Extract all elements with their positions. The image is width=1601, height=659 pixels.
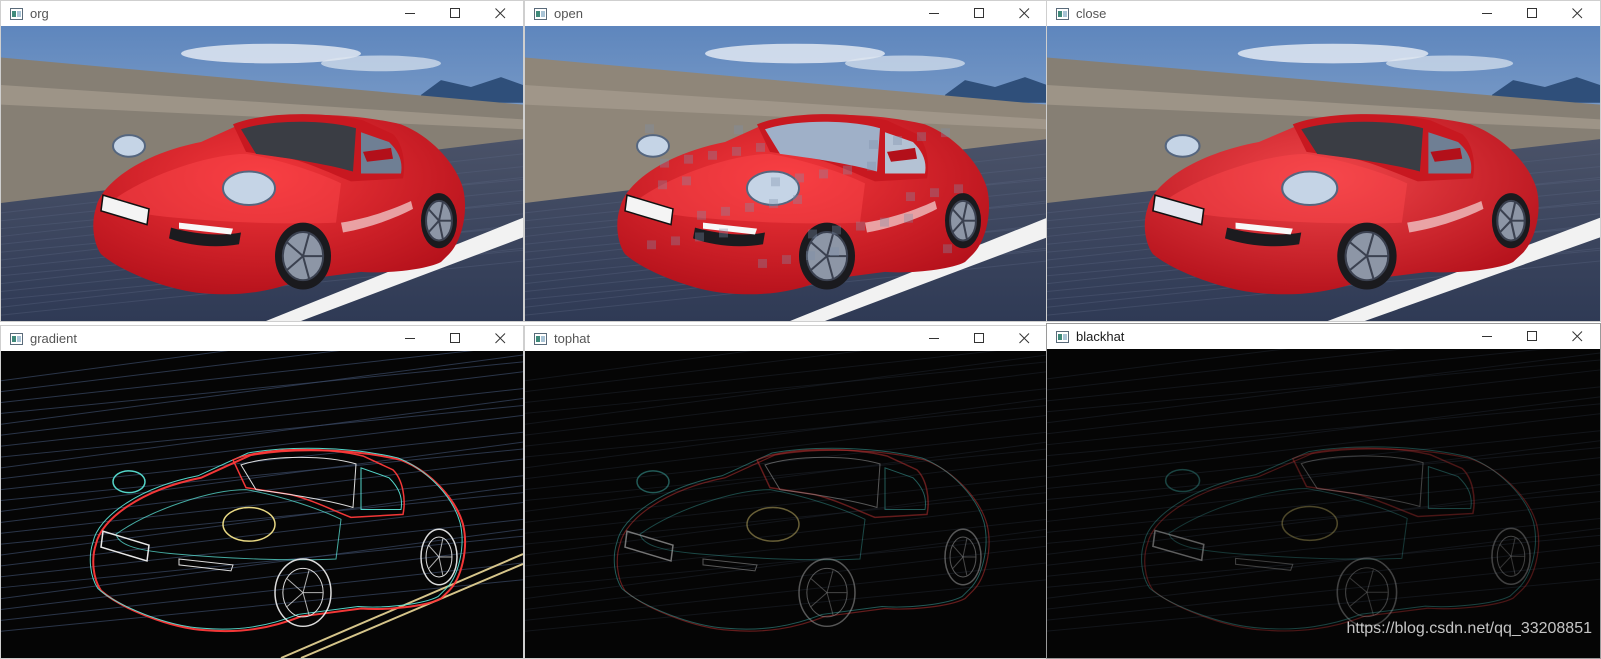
window-controls: [912, 1, 1047, 25]
minimize-button[interactable]: [388, 326, 433, 350]
minimize-icon: [929, 8, 940, 19]
maximize-icon: [974, 332, 985, 344]
opencv-window-icon: [10, 332, 23, 345]
minimize-icon: [1482, 331, 1493, 342]
watermark-text: https://blog.csdn.net/qq_33208851: [1346, 620, 1592, 637]
maximize-icon: [1527, 330, 1538, 342]
image-canvas: [525, 26, 1047, 321]
close-button[interactable]: [478, 1, 523, 25]
image-canvas: [1047, 26, 1600, 321]
window-blackhat[interactable]: blackhat https://blog.csdn.net/qq_332088…: [1046, 323, 1601, 659]
window-controls: [388, 1, 523, 25]
maximize-button[interactable]: [1510, 324, 1555, 348]
maximize-button[interactable]: [957, 1, 1002, 25]
close-button[interactable]: [1555, 1, 1600, 25]
window-title: gradient: [30, 330, 77, 346]
close-icon: [1572, 330, 1583, 342]
maximize-icon: [450, 7, 461, 19]
window-title: close: [1076, 5, 1107, 21]
window-controls: [1465, 1, 1600, 25]
window-open[interactable]: open: [524, 0, 1048, 322]
minimize-button[interactable]: [1465, 324, 1510, 348]
close-button[interactable]: [1555, 324, 1600, 348]
close-button[interactable]: [1002, 1, 1047, 25]
maximize-icon: [450, 332, 461, 344]
window-title: org: [30, 5, 49, 21]
opencv-window-icon: [534, 332, 547, 345]
desktop: org open close gradient tophat blackhat …: [0, 0, 1601, 659]
window-controls: [1465, 324, 1600, 348]
maximize-button[interactable]: [433, 326, 478, 350]
close-icon: [495, 332, 506, 344]
minimize-button[interactable]: [912, 1, 957, 25]
close-button[interactable]: [478, 326, 523, 350]
window-controls: [388, 326, 523, 350]
minimize-icon: [1482, 8, 1493, 19]
minimize-icon: [929, 333, 940, 344]
opencv-window-icon: [1056, 7, 1069, 20]
close-button[interactable]: [1002, 326, 1047, 350]
close-icon: [495, 7, 506, 19]
minimize-icon: [405, 8, 416, 19]
window-org[interactable]: org: [0, 0, 524, 322]
window-tophat[interactable]: tophat: [524, 325, 1048, 659]
maximize-button[interactable]: [957, 326, 1002, 350]
image-canvas: [1047, 349, 1600, 658]
image-canvas: [1, 26, 523, 321]
close-icon: [1019, 332, 1030, 344]
close-icon: [1019, 7, 1030, 19]
image-canvas: [1, 351, 523, 658]
opencv-window-icon: [10, 7, 23, 20]
minimize-button[interactable]: [1465, 1, 1510, 25]
minimize-button[interactable]: [912, 326, 957, 350]
close-icon: [1572, 7, 1583, 19]
maximize-button[interactable]: [433, 1, 478, 25]
opencv-window-icon: [534, 7, 547, 20]
window-title: tophat: [554, 330, 591, 346]
window-close[interactable]: close: [1046, 0, 1601, 322]
image-canvas: [525, 351, 1047, 658]
maximize-icon: [1527, 7, 1538, 19]
minimize-icon: [405, 333, 416, 344]
minimize-button[interactable]: [388, 1, 433, 25]
window-title: blackhat: [1076, 328, 1125, 344]
maximize-icon: [974, 7, 985, 19]
maximize-button[interactable]: [1510, 1, 1555, 25]
window-gradient[interactable]: gradient: [0, 325, 524, 659]
window-controls: [912, 326, 1047, 350]
opencv-window-icon: [1056, 330, 1069, 343]
window-title: open: [554, 5, 583, 21]
